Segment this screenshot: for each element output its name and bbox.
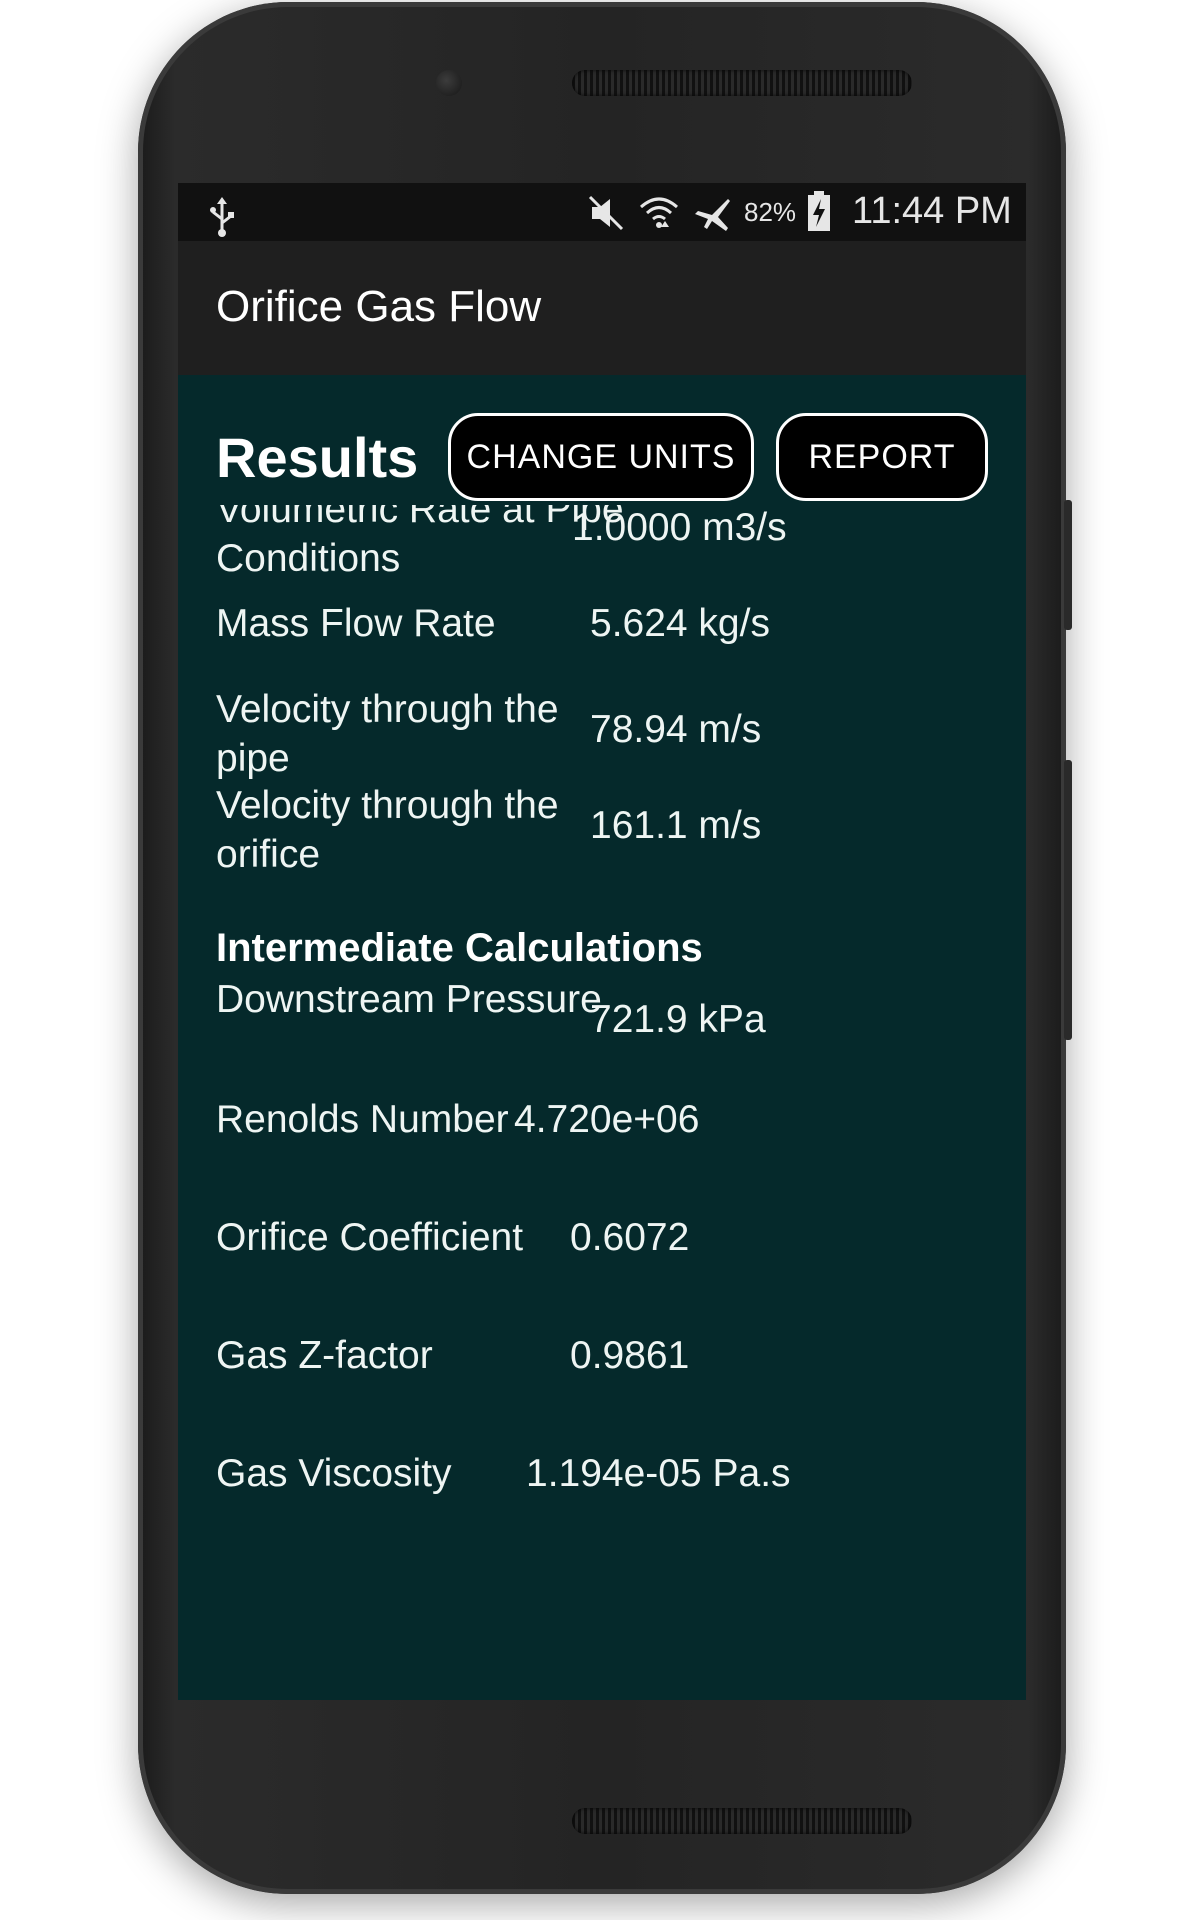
intermediate-label: Downstream Pressure bbox=[216, 978, 602, 1021]
results-list[interactable]: Volumetric Rate at Pipe Conditions 1.000… bbox=[178, 505, 1026, 1700]
results-heading: Results bbox=[216, 426, 419, 489]
result-value: 161.1 m/s bbox=[590, 804, 762, 847]
mute-icon bbox=[588, 195, 626, 235]
intermediate-value: 1.194e-05 Pa.s bbox=[526, 1452, 791, 1495]
volume-button bbox=[1064, 760, 1072, 1040]
intermediate-value: 721.9 kPa bbox=[590, 998, 766, 1041]
airplane-icon bbox=[692, 195, 732, 237]
report-button[interactable]: REPORT bbox=[776, 413, 988, 501]
intermediate-row: Renolds Number 4.720e+06 bbox=[178, 1095, 1026, 1213]
action-bar: Orifice Gas Flow bbox=[178, 241, 1026, 375]
intermediate-value: 0.9861 bbox=[570, 1334, 690, 1377]
status-clock: 11:44 PM bbox=[852, 190, 1012, 232]
app-title: Orifice Gas Flow bbox=[216, 282, 542, 331]
intermediate-value: 0.6072 bbox=[570, 1216, 690, 1259]
change-units-button[interactable]: CHANGE UNITS bbox=[448, 413, 754, 501]
screen: 82% 11:44 PM Orifice Gas Flow Results CH… bbox=[178, 183, 1026, 1700]
result-label: Mass Flow Rate bbox=[216, 602, 496, 645]
status-bar: 82% 11:44 PM bbox=[178, 183, 1026, 241]
battery-percent: 82% bbox=[744, 197, 797, 227]
intermediate-row: Downstream Pressure 721.9 kPa bbox=[178, 975, 1026, 1093]
result-value: 78.94 m/s bbox=[590, 708, 762, 751]
power-button bbox=[1064, 500, 1072, 630]
intermediate-row: Gas Z-factor 0.9861 bbox=[178, 1331, 1026, 1449]
usb-icon bbox=[208, 197, 236, 243]
intermediate-row: Orifice Coefficient 0.6072 bbox=[178, 1213, 1026, 1331]
intermediate-row: Gas Viscosity 1.194e-05 Pa.s bbox=[178, 1449, 1026, 1567]
result-label: Velocity through the orifice bbox=[216, 784, 559, 876]
intermediate-heading: Intermediate Calculations bbox=[216, 926, 703, 970]
battery-charging-icon bbox=[806, 191, 832, 237]
intermediate-value: 4.720e+06 bbox=[514, 1098, 700, 1141]
result-row: Velocity through the orifice 161.1 m/s bbox=[178, 769, 1026, 887]
result-value: 5.624 kg/s bbox=[590, 602, 770, 645]
wifi-icon bbox=[638, 195, 680, 237]
bottom-speaker-grille bbox=[572, 1808, 912, 1834]
front-camera bbox=[436, 70, 462, 96]
result-value: 1.0000 m3/s bbox=[572, 506, 787, 549]
top-speaker-grille bbox=[572, 70, 912, 96]
result-row: Volumetric Rate at Pipe Conditions 1.000… bbox=[178, 505, 1026, 580]
